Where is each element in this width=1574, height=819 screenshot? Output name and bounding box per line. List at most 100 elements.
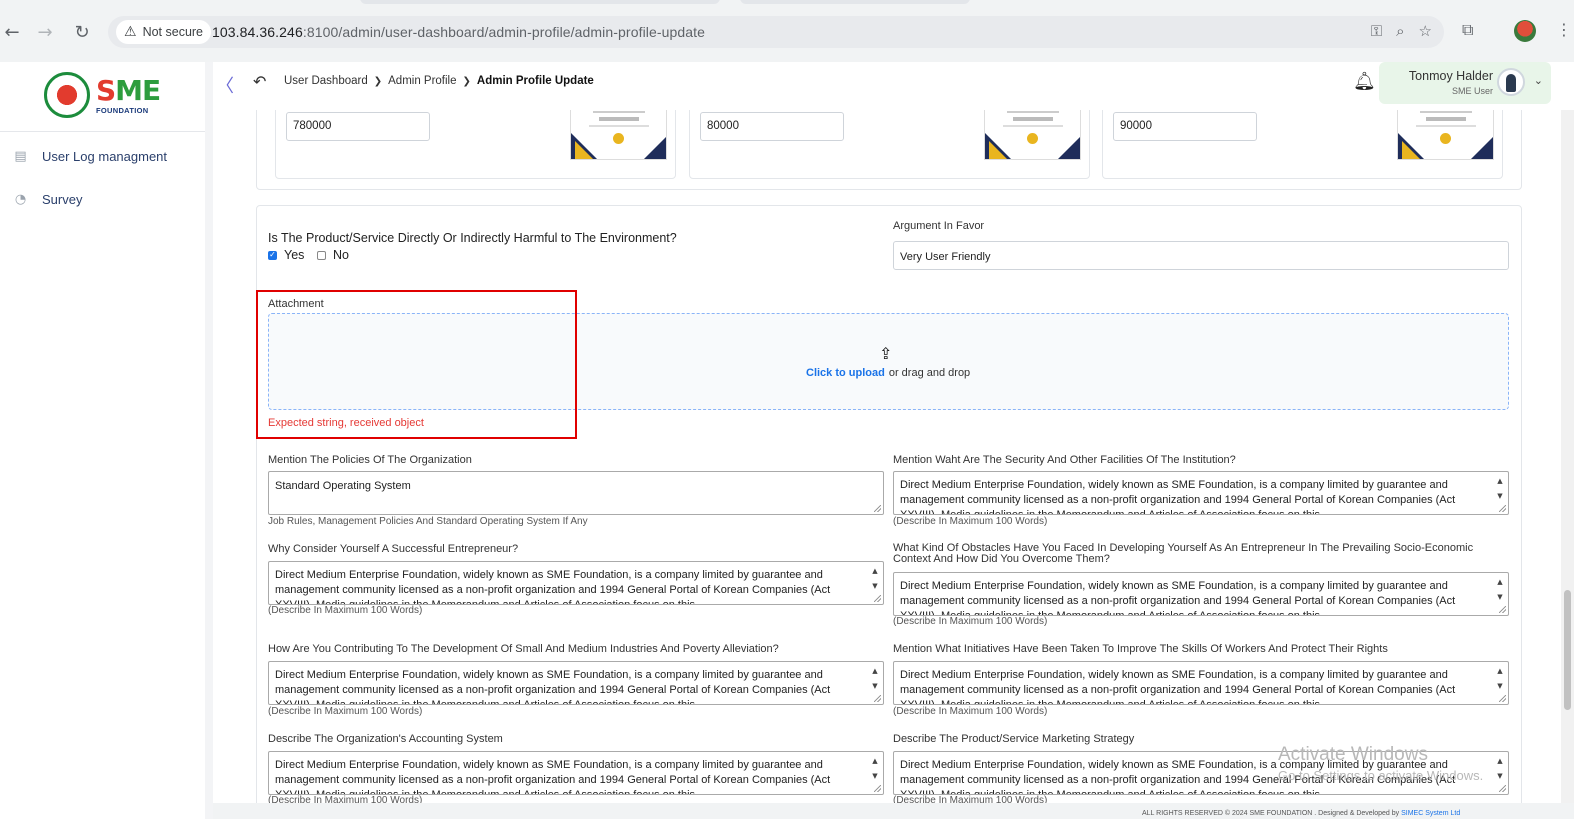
spin-buttons[interactable]: ▲ ▼: [869, 754, 881, 784]
highlight-box: [256, 290, 577, 439]
security-value: Direct Medium Enterprise Foundation, wid…: [900, 479, 1456, 515]
chevron-down-icon: ⌄: [1533, 74, 1543, 87]
initiatives-value: Direct Medium Enterprise Foundation, wid…: [900, 669, 1456, 705]
reload-icon[interactable]: ↻: [70, 20, 94, 44]
resize-grip-icon[interactable]: [1499, 695, 1506, 702]
upload-instructions: Click to upload or drag and drop: [806, 367, 970, 379]
watermark-title: Activate Windows: [1278, 744, 1428, 765]
policies-value: Standard Operating System: [275, 480, 411, 492]
yes-label: Yes: [284, 248, 305, 262]
security-chip[interactable]: ⚠ Not secure: [116, 20, 212, 44]
upload-cloud-icon: ⇪: [879, 344, 893, 363]
marketing-hint: (Describe In Maximum 100 Words): [893, 795, 1048, 803]
accounting-hint: (Describe In Maximum 100 Words): [268, 795, 423, 803]
spin-buttons[interactable]: ▲ ▼: [1494, 575, 1506, 605]
forward-arrow-icon[interactable]: →: [33, 20, 57, 44]
security-textarea[interactable]: Direct Medium Enterprise Foundation, wid…: [893, 471, 1509, 515]
resize-grip-icon[interactable]: [874, 505, 881, 512]
resize-grip-icon[interactable]: [1499, 606, 1506, 613]
back-arrow-icon[interactable]: ←: [0, 20, 24, 44]
extensions-icon[interactable]: ⧉: [1462, 20, 1473, 40]
url-path: :8100/admin/user-dashboard/admin-profile…: [302, 24, 706, 40]
spin-buttons[interactable]: ▲ ▼: [1494, 754, 1506, 784]
certificate-thumbnail[interactable]: [570, 110, 667, 160]
browser-menu-icon[interactable]: ⋮: [1556, 20, 1572, 39]
sidebar: SME FOUNDATION ▤ User Log managment ◔ Su…: [0, 62, 213, 819]
resize-grip-icon[interactable]: [1499, 505, 1506, 512]
resize-grip-icon[interactable]: [874, 785, 881, 792]
windows-activation-watermark: Activate Windows Go to Settings to activ…: [1278, 744, 1483, 783]
click-to-upload-link[interactable]: Click to upload: [806, 367, 885, 379]
chevron-right-icon: ❯: [462, 75, 471, 87]
certificate-thumbnail[interactable]: [1397, 110, 1494, 160]
argument-input[interactable]: Very User Friendly: [893, 241, 1509, 270]
collapse-sidebar-icon[interactable]: 〈: [216, 72, 234, 98]
spin-buttons[interactable]: ▲ ▼: [1494, 664, 1506, 694]
user-menu[interactable]: Tonmoy Halder SME User ⌄: [1379, 62, 1551, 104]
breadcrumb-item[interactable]: User Dashboard: [284, 75, 368, 87]
entrepreneur-textarea[interactable]: Direct Medium Enterprise Foundation, wid…: [268, 561, 884, 605]
spin-buttons[interactable]: ▲ ▼: [869, 664, 881, 694]
omnibox-actions: ⚿ ⌕ ☆: [1371, 22, 1432, 40]
avatar: [1497, 68, 1525, 96]
policies-label: Mention The Policies Of The Organization: [268, 454, 472, 466]
sidebar-item-label: User Log managment: [42, 149, 168, 164]
amount-input[interactable]: 780000: [286, 112, 430, 141]
government-emblem-icon: [44, 72, 90, 118]
amount-input[interactable]: 90000: [1113, 112, 1257, 141]
policies-textarea[interactable]: Standard Operating System: [268, 471, 884, 515]
zoom-icon[interactable]: ⌕: [1396, 22, 1404, 40]
user-role: SME User: [1451, 86, 1493, 96]
breadcrumb-current: Admin Profile Update: [476, 75, 594, 87]
bookmark-star-icon[interactable]: ☆: [1419, 22, 1432, 40]
browser-chrome: ← → ↻ ⚠ Not secure 103.84.36.246:8100/ad…: [0, 0, 1574, 62]
sidebar-item-label: Survey: [42, 192, 83, 207]
spin-buttons[interactable]: ▲ ▼: [1494, 474, 1506, 504]
sme-foundation-logo[interactable]: SME FOUNDATION: [44, 72, 164, 120]
cost-cards-section: 780000 80000 90000: [256, 110, 1522, 190]
sidebar-item-survey[interactable]: ◔ Survey: [12, 191, 83, 208]
footer: ALL RIGHTS RESERVED © 2024 SME FOUNDATIO…: [1142, 810, 1460, 817]
logo-text: SME: [96, 74, 161, 107]
chevron-right-icon: ❯: [373, 75, 383, 87]
spin-buttons[interactable]: ▲ ▼: [869, 564, 881, 594]
no-checkbox[interactable]: [317, 250, 326, 260]
certificate-thumbnail[interactable]: [984, 110, 1081, 160]
contributing-textarea[interactable]: Direct Medium Enterprise Foundation, wid…: [268, 661, 884, 705]
policies-hint: Job Rules, Management Policies And Stand…: [268, 516, 588, 527]
browser-tab[interactable]: [360, 0, 720, 4]
no-option[interactable]: No: [317, 248, 349, 262]
contributing-label: How Are You Contributing To The Developm…: [268, 643, 779, 655]
address-bar[interactable]: ⚠ Not secure 103.84.36.246:8100/admin/us…: [108, 16, 1444, 48]
no-label: No: [333, 248, 349, 262]
obstacles-textarea[interactable]: Direct Medium Enterprise Foundation, wid…: [893, 572, 1509, 616]
not-secure-label: Not secure: [142, 25, 204, 39]
browser-tab[interactable]: [740, 0, 970, 4]
resize-grip-icon[interactable]: [1499, 785, 1506, 792]
amount-input[interactable]: 80000: [700, 112, 844, 141]
sidebar-item-user-log[interactable]: ▤ User Log managment: [12, 148, 167, 165]
password-key-icon[interactable]: ⚿: [1371, 22, 1382, 40]
pie-chart-icon: ◔: [14, 192, 27, 207]
security-hint: (Describe In Maximum 100 Words): [893, 516, 1048, 527]
url-text[interactable]: 103.84.36.246:8100/admin/user-dashboard/…: [212, 24, 705, 40]
tab-strip: [0, 0, 1574, 6]
resize-grip-icon[interactable]: [874, 695, 881, 702]
resize-grip-icon[interactable]: [874, 595, 881, 602]
yes-checkbox[interactable]: ✓: [268, 250, 277, 260]
footer-text: ALL RIGHTS RESERVED © 2024 SME FOUNDATIO…: [1142, 810, 1400, 817]
page-scrollbar[interactable]: [1561, 110, 1574, 803]
security-label: Mention Waht Are The Security And Other …: [893, 454, 1236, 466]
breadcrumb-item[interactable]: Admin Profile: [388, 75, 456, 87]
warning-icon: ⚠: [124, 24, 137, 40]
back-icon[interactable]: ↶: [253, 72, 266, 91]
yes-option[interactable]: ✓ Yes: [268, 248, 304, 262]
breadcrumb: User Dashboard ❯ Admin Profile ❯ Admin P…: [284, 75, 594, 87]
notification-bell-icon[interactable]: 🔔︎: [1353, 71, 1376, 92]
scrollbar-thumb[interactable]: [1564, 590, 1571, 710]
entrepreneur-label: Why Consider Yourself A Successful Entre…: [268, 543, 519, 555]
developer-link[interactable]: SIMEC System Ltd: [1401, 810, 1460, 817]
accounting-textarea[interactable]: Direct Medium Enterprise Foundation, wid…: [268, 751, 884, 795]
initiatives-textarea[interactable]: Direct Medium Enterprise Foundation, wid…: [893, 661, 1509, 705]
browser-profile-avatar[interactable]: [1514, 20, 1536, 42]
